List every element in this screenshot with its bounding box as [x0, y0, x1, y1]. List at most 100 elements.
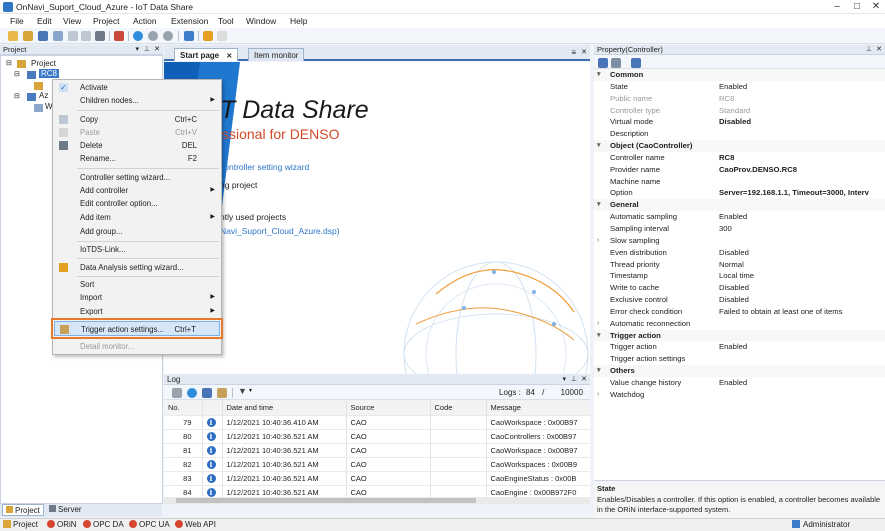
collapse-icon[interactable]: ⊟ [6, 59, 12, 67]
property-value[interactable]: Local time [719, 270, 885, 282]
menu-item-trigger-action[interactable]: Trigger action settings... Ctrl+T [51, 318, 223, 339]
log-view-icon[interactable] [172, 388, 182, 398]
menu-file[interactable]: File [10, 16, 24, 26]
menu-view[interactable]: View [63, 16, 81, 26]
property-category[interactable]: ▾ Common [594, 69, 885, 81]
table-row[interactable]: 79 i 1/12/2021 10:40:36.410 AM CAO CaoWorksp… [164, 415, 590, 430]
col-code[interactable]: Code [430, 401, 487, 416]
save-all-icon[interactable] [53, 31, 63, 41]
menu-item-delete[interactable]: Delete DEL [53, 139, 221, 152]
property-row[interactable]: State Enabled [594, 81, 885, 93]
property-row[interactable]: Description [594, 128, 885, 140]
col-no[interactable]: No. [164, 401, 203, 416]
tab-list-icon[interactable]: ≡ [571, 48, 576, 57]
collapse-icon[interactable]: ▾ [597, 69, 601, 81]
menu-extension[interactable]: Extension [171, 16, 208, 26]
tree-node-az[interactable]: Az [39, 91, 48, 100]
menu-item-add-group[interactable]: Add group... [53, 225, 221, 238]
property-row[interactable]: Option Server=192.168.1.1, Timeout=3000, … [594, 187, 885, 199]
document-icon[interactable] [217, 31, 227, 41]
col-date[interactable]: Date and time [222, 401, 347, 416]
property-value[interactable]: RC8 [719, 152, 885, 164]
property-value[interactable]: Disabled [719, 282, 885, 294]
menu-item-rename[interactable]: Rename... F2 [53, 152, 221, 165]
dropdown-icon[interactable]: ▾ [135, 45, 139, 55]
tab-item-monitor[interactable]: Item monitor [248, 48, 305, 61]
minimize-icon[interactable]: – [830, 1, 844, 13]
property-row[interactable]: › Slow sampling [594, 235, 885, 247]
property-row[interactable]: › Watchdog [594, 389, 885, 401]
property-row[interactable]: Exclusive control Disabled [594, 294, 885, 306]
tree-node-rc8[interactable]: RC8 [39, 69, 60, 78]
menu-item-children[interactable]: Children nodes... ▶ [53, 94, 221, 107]
menu-window[interactable]: Window [246, 16, 276, 26]
menu-project[interactable]: Project [93, 16, 119, 26]
property-value[interactable]: Normal [719, 259, 885, 271]
status-project[interactable]: Project [3, 519, 38, 531]
monitor-icon[interactable] [184, 31, 194, 41]
open-folder-icon[interactable] [23, 31, 33, 41]
paste-icon[interactable] [81, 31, 91, 41]
property-row[interactable]: Provider name CaoProv.DENSO.RC8 [594, 164, 885, 176]
property-row[interactable]: Public name RC8 [594, 93, 885, 105]
table-row[interactable]: 82 i 1/12/2021 10:40:36.521 AM CAO CaoWorksp… [164, 457, 590, 472]
property-row[interactable]: Timestamp Local time [594, 270, 885, 282]
menu-item-sort[interactable]: Sort [53, 278, 221, 291]
property-value[interactable]: Enabled [719, 211, 885, 223]
collapse-icon[interactable]: ▾ [597, 330, 601, 342]
status-opcua[interactable]: OPC UA [129, 519, 170, 531]
property-row[interactable]: Error check condition Failed to obtain at… [594, 306, 885, 318]
pin-icon[interactable]: ⊥ [866, 45, 872, 55]
table-row[interactable]: 83 i 1/12/2021 10:40:36.521 AM CAO CaoEngine… [164, 471, 590, 486]
maximize-icon[interactable]: □ [850, 1, 864, 13]
property-value[interactable]: Enabled [719, 377, 885, 389]
clear-log-icon[interactable] [217, 388, 227, 398]
property-category[interactable]: ▾ Others [594, 365, 885, 377]
categorized-icon[interactable] [598, 58, 608, 68]
toolbox-icon[interactable] [114, 31, 124, 41]
menu-edit[interactable]: Edit [37, 16, 52, 26]
menu-help[interactable]: Help [290, 16, 307, 26]
menu-item-paste[interactable]: Paste Ctrl+V [53, 126, 221, 139]
close-icon[interactable]: ✕ [869, 1, 883, 13]
property-row[interactable]: Sampling interval 300 [594, 223, 885, 235]
property-value[interactable]: Standard [719, 105, 885, 117]
col-source[interactable]: Source [346, 401, 431, 416]
pin-icon[interactable]: ⊥ [144, 45, 150, 55]
save-icon[interactable] [38, 31, 48, 41]
property-row[interactable]: Trigger action settings [594, 353, 885, 365]
property-row[interactable]: › Automatic reconnection [594, 318, 885, 330]
copy-icon[interactable] [68, 31, 78, 41]
property-value[interactable]: CaoProv.DENSO.RC8 [719, 164, 885, 176]
col-message[interactable]: Message [486, 401, 590, 416]
menu-item-add-item[interactable]: Add item ▶ [53, 211, 221, 224]
table-row[interactable]: 80 i 1/12/2021 10:40:36.521 AM CAO CaoContro… [164, 429, 590, 444]
play-icon[interactable] [133, 31, 143, 41]
pause-icon[interactable] [148, 31, 158, 41]
property-pages-icon[interactable] [631, 58, 641, 68]
property-row[interactable]: Virtual mode Disabled [594, 116, 885, 128]
wizard-link[interactable]: controller setting wizard [220, 162, 309, 172]
property-value[interactable]: Failed to obtain at least one of items [719, 306, 885, 318]
stop-icon[interactable] [163, 31, 173, 41]
status-orin[interactable]: ORiN [47, 519, 77, 531]
property-category[interactable]: ▾ General [594, 199, 885, 212]
menu-item-add-controller[interactable]: Add controller ▶ [53, 184, 221, 197]
save-log-icon[interactable] [202, 388, 212, 398]
collapse-icon[interactable]: ▾ [597, 365, 601, 377]
col-icon[interactable] [202, 401, 223, 416]
menu-item-import[interactable]: Import ▶ [53, 291, 221, 304]
property-category[interactable]: ▾ Object (CaoController) [594, 140, 885, 152]
recent-file-link[interactable]: Navi_Suport_Cloud_Azure.dsp) [220, 226, 340, 236]
filter-icon[interactable]: ▼ [238, 386, 247, 396]
menu-item-data-analysis[interactable]: Data Analysis setting wizard... [53, 261, 221, 274]
tab-server[interactable]: Server [46, 504, 85, 516]
close-document-icon[interactable]: ✕ [581, 48, 587, 56]
download-icon[interactable] [187, 388, 197, 398]
scrollbar-thumb[interactable] [176, 498, 476, 503]
dropdown-icon[interactable]: ▾ [562, 374, 566, 385]
expand-icon[interactable]: › [597, 318, 599, 330]
log-horizontal-scrollbar[interactable] [164, 497, 590, 504]
menu-item-iotds-link[interactable]: IoTDS-Link... [53, 243, 221, 256]
property-value[interactable]: Enabled [719, 341, 885, 353]
